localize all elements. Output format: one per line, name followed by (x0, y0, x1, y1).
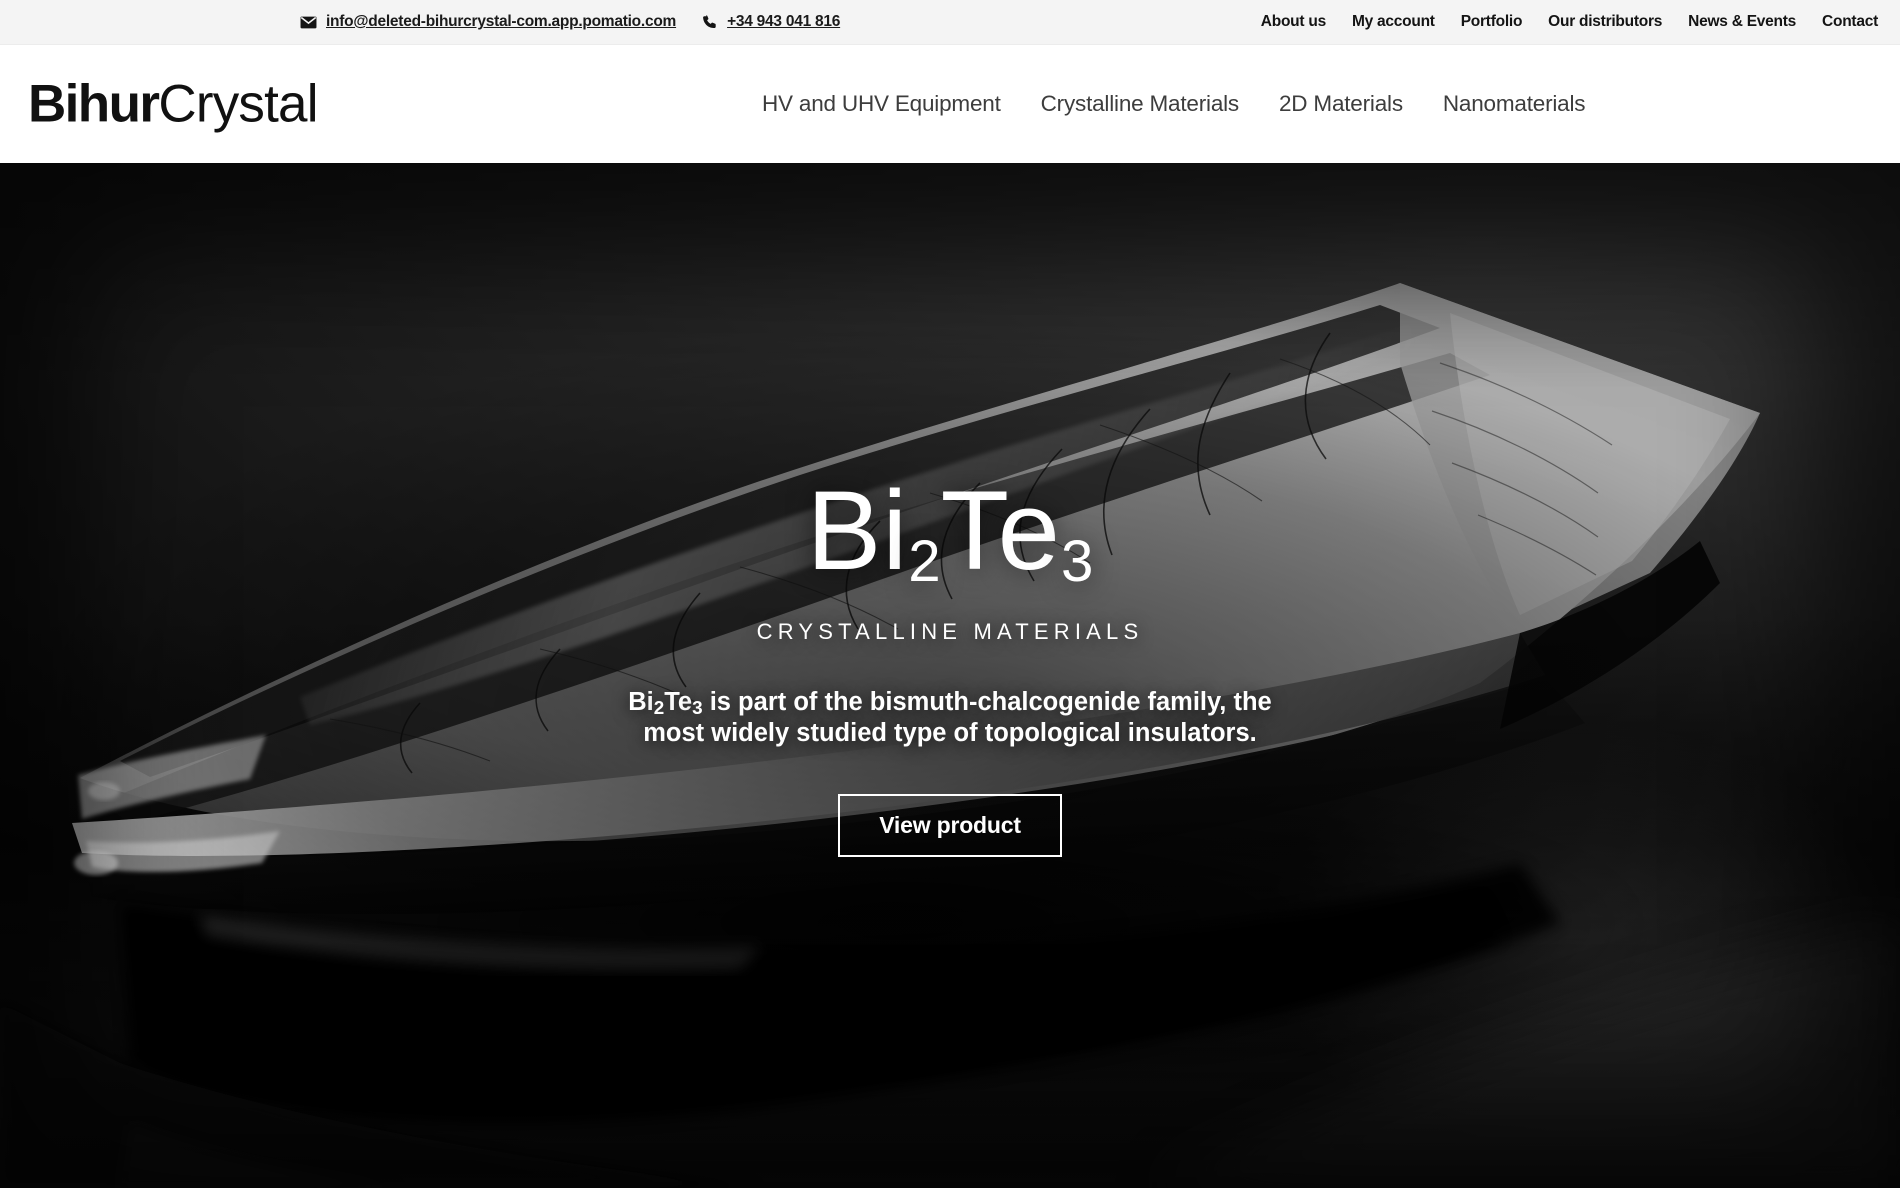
hero-kicker: CRYSTALLINE MATERIALS (756, 619, 1144, 644)
main-nav: HV and UHV Equipment Crystalline Materia… (742, 91, 1605, 117)
topbar-contact-group: info@deleted-bihurcrystal-com.app.pomati… (300, 13, 840, 31)
desc-te: Te (664, 688, 693, 716)
nav-item-crystalline-materials[interactable]: Crystalline Materials (1021, 91, 1259, 117)
hero-section: Bi2Te3 CRYSTALLINE MATERIALS Bi2Te3 is p… (0, 163, 1900, 1188)
site-logo[interactable]: BihurCrystal (28, 78, 318, 131)
envelope-icon (300, 14, 317, 31)
hero-title-te: Te (940, 468, 1061, 593)
hero-title-bi: Bi (806, 468, 909, 593)
nav-item-2d-materials[interactable]: 2D Materials (1259, 91, 1423, 117)
desc-rest: is part of the bismuth-chalcogenide fami… (643, 688, 1272, 748)
site-header: BihurCrystal HV and UHV Equipment Crysta… (0, 45, 1900, 163)
logo-light-part: Crystal (158, 74, 318, 134)
topbar-link-our-distributors[interactable]: Our distributors (1548, 13, 1662, 31)
desc-sub-3: 3 (692, 697, 703, 719)
topbar-link-news-events[interactable]: News & Events (1688, 13, 1796, 31)
phone-text: +34 943 041 816 (727, 13, 841, 30)
topbar-link-contact[interactable]: Contact (1822, 13, 1878, 31)
hero-title-sub-3: 3 (1060, 528, 1094, 594)
hero-title: Bi2Te3 (807, 475, 1094, 591)
email-text: info@deleted-bihurcrystal-com.app.pomati… (326, 13, 677, 30)
nav-item-nanomaterials[interactable]: Nanomaterials (1423, 91, 1605, 117)
view-product-button[interactable]: View product (838, 793, 1062, 857)
topbar-link-about-us[interactable]: About us (1261, 13, 1326, 31)
topbar-link-portfolio[interactable]: Portfolio (1461, 13, 1523, 31)
top-utility-bar: info@deleted-bihurcrystal-com.app.pomati… (0, 0, 1900, 45)
desc-bi: Bi (628, 688, 654, 716)
topbar-nav: About us My account Portfolio Our distri… (1261, 13, 1878, 31)
phone-link[interactable]: +34 943 041 816 (702, 13, 840, 31)
logo-bold-part: Bihur (28, 74, 160, 134)
hero-description: Bi2Te3 is part of the bismuth-chalcogeni… (620, 687, 1280, 750)
nav-item-hv-and-uhv-equipment[interactable]: HV and UHV Equipment (742, 91, 1021, 117)
phone-icon (702, 14, 718, 30)
topbar-link-my-account[interactable]: My account (1352, 13, 1435, 31)
hero-title-sub-2: 2 (908, 528, 941, 594)
desc-sub-2: 2 (653, 697, 665, 719)
email-link[interactable]: info@deleted-bihurcrystal-com.app.pomati… (300, 13, 676, 31)
hero-content: Bi2Te3 CRYSTALLINE MATERIALS Bi2Te3 is p… (0, 163, 1900, 1188)
